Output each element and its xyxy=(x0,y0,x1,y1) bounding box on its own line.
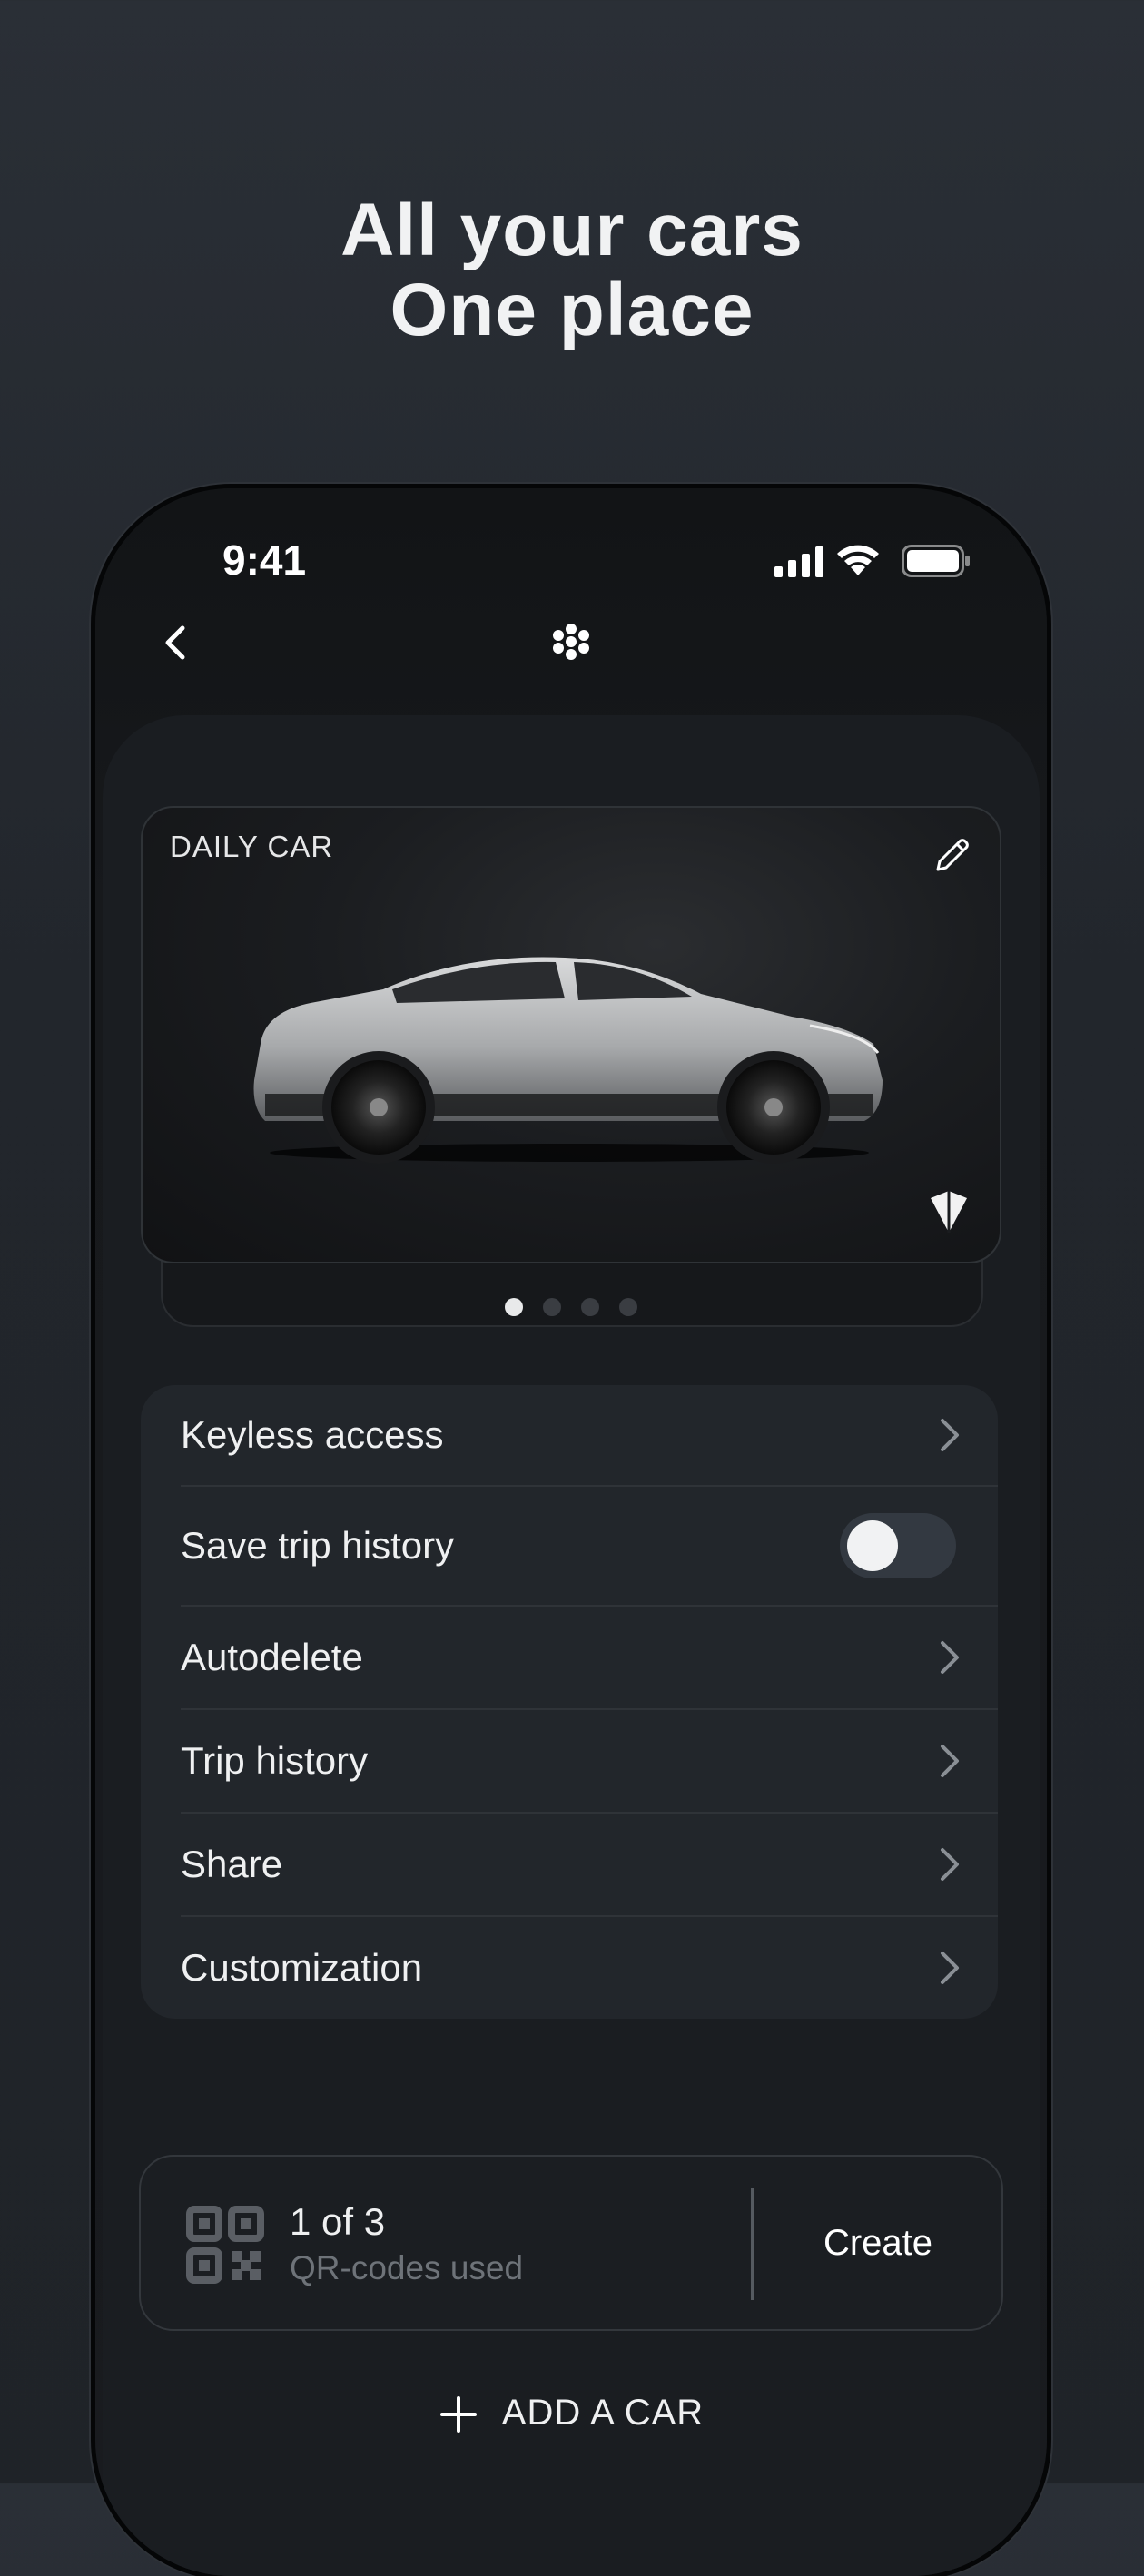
carousel-indicator xyxy=(95,1298,1047,1321)
chevron-left-icon[interactable] xyxy=(150,615,204,670)
headline-line1: All your cars xyxy=(340,189,804,271)
settings-menu: Keyless access Save trip history Autodel… xyxy=(141,1385,998,2019)
chevron-right-icon xyxy=(941,1745,959,1777)
add-car-label: ADD A CAR xyxy=(501,2393,705,2433)
add-car-button[interactable]: ADD A CAR xyxy=(95,2393,1047,2434)
menu-item-trip-history[interactable]: Trip history xyxy=(181,1710,998,1814)
toggle-knob xyxy=(847,1520,898,1571)
carousel-dot[interactable] xyxy=(581,1298,599,1316)
menu-item-keyless-access[interactable]: Keyless access xyxy=(181,1385,998,1487)
brand-logo-icon xyxy=(553,624,589,660)
qr-usage-caption: QR-codes used xyxy=(290,2249,524,2286)
menu-item-label: Save trip history xyxy=(181,1524,455,1567)
menu-item-label: Keyless access xyxy=(181,1413,444,1456)
plus-icon xyxy=(439,2396,477,2433)
carousel-dot[interactable] xyxy=(619,1298,637,1316)
carousel-dot[interactable] xyxy=(543,1298,561,1316)
car-card-label: DAILY CAR xyxy=(170,830,334,863)
car-image xyxy=(253,957,883,1164)
pencil-icon[interactable] xyxy=(931,833,974,877)
menu-item-label: Autodelete xyxy=(181,1636,363,1678)
menu-item-label: Customization xyxy=(181,1946,423,1989)
status-bar: 9:41 xyxy=(95,536,1047,590)
menu-item-label: Share xyxy=(181,1843,283,1885)
chevron-right-icon xyxy=(941,1952,959,1984)
create-qr-button[interactable]: Create xyxy=(754,2157,1001,2329)
menu-item-autodelete[interactable]: Autodelete xyxy=(181,1607,998,1710)
car-card[interactable]: DAILY CAR xyxy=(141,806,1001,1263)
headline-line2: One place xyxy=(390,269,754,351)
menu-item-label: Trip history xyxy=(181,1739,369,1782)
qr-usage-panel: 1 of 3 QR-codes used Create xyxy=(139,2155,1003,2331)
cellular-signal-icon xyxy=(774,546,823,577)
carousel-dot[interactable] xyxy=(505,1298,523,1316)
menu-item-share[interactable]: Share xyxy=(181,1814,998,1917)
menu-item-customization[interactable]: Customization xyxy=(181,1917,998,2019)
status-time: 9:41 xyxy=(222,536,307,584)
save-trip-history-toggle[interactable] xyxy=(840,1513,956,1578)
qr-usage-count: 1 of 3 xyxy=(290,2200,386,2243)
chevron-right-icon xyxy=(941,1419,959,1451)
headline: All your cars One place xyxy=(0,191,1144,350)
menu-item-save-trip-history: Save trip history xyxy=(181,1487,998,1607)
qr-code-icon xyxy=(186,2206,264,2284)
phone-frame: 9:41 DAILY CAR Keyless access Save trip … xyxy=(95,488,1047,2576)
car-brand-icon xyxy=(931,1191,967,1233)
chevron-right-icon xyxy=(941,1848,959,1881)
battery-icon xyxy=(902,545,970,577)
nav-bar xyxy=(95,606,1047,679)
chevron-right-icon xyxy=(941,1641,959,1674)
divider xyxy=(751,2188,754,2300)
wifi-icon xyxy=(837,545,879,575)
